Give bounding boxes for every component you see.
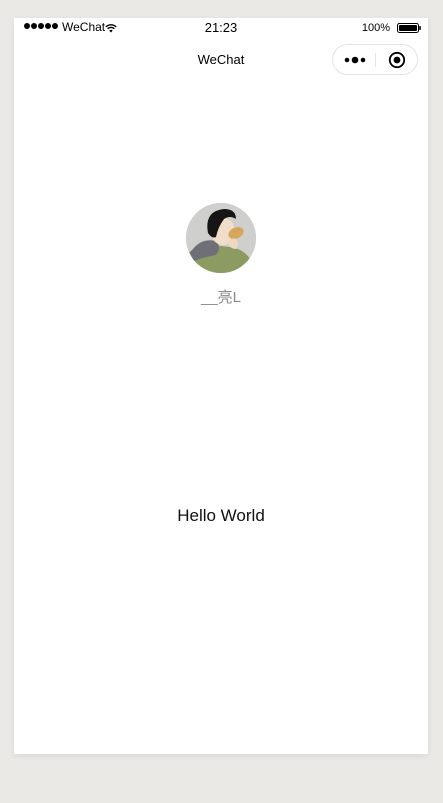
greeting-text: Hello World — [177, 506, 265, 525]
status-bar: WeChat 21:23 100% — [14, 18, 428, 38]
navigation-bar: WeChat — [14, 40, 428, 80]
menu-capsule — [332, 44, 418, 75]
battery-icon — [397, 23, 421, 33]
battery-percent: 100% — [361, 22, 390, 34]
user-nickname: __亮L — [200, 289, 242, 306]
more-icon[interactable] — [344, 55, 366, 65]
close-icon[interactable] — [388, 51, 406, 69]
avatar-illustration — [186, 203, 256, 273]
avatar[interactable] — [186, 203, 256, 273]
capsule-divider — [375, 53, 376, 67]
phone-screen: WeChat 21:23 100% WeChat __亮L Hello Worl… — [14, 18, 428, 754]
